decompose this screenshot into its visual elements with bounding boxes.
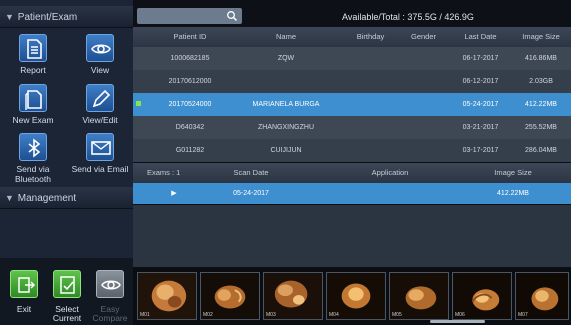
- send-email-label: Send via Email: [71, 164, 129, 174]
- patient-exam-section-header[interactable]: ▼ Patient/Exam: [0, 6, 133, 28]
- new-exam-label: New Exam: [12, 115, 54, 125]
- exit-button[interactable]: Exit: [4, 270, 44, 314]
- envelope-icon: [86, 133, 114, 161]
- selected-row-marker: [136, 101, 141, 106]
- last-date: 06-12-2017: [462, 78, 499, 85]
- exam-image-size: 412.22MB: [497, 190, 529, 197]
- thumbnail-tag: M07: [518, 312, 528, 318]
- table-row[interactable]: 20170612000 06-12-2017 2.03GB: [133, 70, 571, 93]
- last-date: 05-24-2017: [462, 101, 499, 108]
- thumbnail-tag: M05: [392, 312, 402, 318]
- ultrasound-thumbnail[interactable]: M01: [137, 272, 197, 320]
- ultrasound-thumbnail[interactable]: M03: [263, 272, 323, 320]
- image-size: 286.04MB: [525, 147, 557, 154]
- patient-table-header: Patient ID Name Birthday Gender Last Dat…: [133, 27, 571, 47]
- col-patient-id[interactable]: Patient ID: [155, 27, 225, 47]
- select-current-icon: [53, 270, 81, 298]
- thumbnail-tag: M03: [266, 312, 276, 318]
- patient-name: MARIANELA BURGA: [252, 101, 320, 108]
- send-bluetooth-button[interactable]: Send via Bluetooth: [1, 133, 65, 184]
- new-document-icon: [19, 84, 47, 112]
- easy-compare-label-2: Compare: [92, 313, 128, 323]
- thumbnail-tag: M06: [455, 312, 465, 318]
- col-exam-image-size[interactable]: Image Size: [483, 163, 543, 183]
- storage-available-total: Available/Total : 375.5G / 426.9G: [342, 12, 474, 22]
- exam-list-area: [133, 205, 571, 267]
- eye-icon: [86, 34, 114, 62]
- image-size: 416.86MB: [525, 55, 557, 62]
- view-label: View: [90, 65, 110, 75]
- report-label: Report: [20, 65, 46, 75]
- chevron-down-icon: ▼: [5, 193, 14, 203]
- image-size: 255.52MB: [525, 124, 557, 131]
- thumbnail-tag: M04: [329, 312, 339, 318]
- scan-date: 05-24-2017: [233, 190, 269, 197]
- view-button[interactable]: View: [68, 34, 132, 75]
- col-scan-date[interactable]: Scan Date: [221, 163, 281, 183]
- eye-icon: [96, 270, 124, 298]
- patient-name: ZQW: [277, 55, 295, 62]
- last-date: 03-17-2017: [462, 147, 499, 154]
- pencil-icon: [86, 84, 114, 112]
- patient-id: 1000682185: [170, 55, 210, 62]
- easy-compare-button[interactable]: Easy Compare: [90, 270, 130, 323]
- patient-id: 20170524000: [168, 101, 212, 108]
- last-date: 06-17-2017: [462, 55, 499, 62]
- image-size: 412.22MB: [525, 101, 557, 108]
- management-section-header[interactable]: ▼ Management: [0, 187, 133, 209]
- search-icon[interactable]: [226, 10, 238, 22]
- exit-label: Exit: [16, 304, 32, 314]
- patient-id: G011282: [175, 147, 205, 154]
- col-image-size[interactable]: Image Size: [515, 27, 567, 47]
- col-birthday[interactable]: Birthday: [343, 27, 398, 47]
- ultrasound-thumbnail[interactable]: M04: [326, 272, 386, 320]
- patient-id: D640342: [175, 124, 205, 131]
- new-exam-button[interactable]: New Exam: [1, 84, 65, 125]
- thumbnail-tag: M02: [203, 312, 213, 318]
- thumbnail-scrollbar[interactable]: [430, 320, 485, 323]
- thumbnail-tag: M01: [140, 312, 150, 318]
- send-bluetooth-label-1: Send via: [16, 164, 50, 174]
- bluetooth-icon: [19, 133, 47, 161]
- ultrasound-thumbnail[interactable]: M05: [389, 272, 449, 320]
- view-edit-button[interactable]: View/Edit: [68, 84, 132, 125]
- ultrasound-thumbnail[interactable]: M06: [452, 272, 512, 320]
- exams-count: Exams : 1: [147, 168, 181, 177]
- patient-exam-title: Patient/Exam: [17, 12, 78, 23]
- send-bluetooth-label-2: Bluetooth: [15, 174, 51, 184]
- management-title: Management: [17, 193, 77, 204]
- search-input[interactable]: [137, 8, 242, 24]
- table-row[interactable]: G011282 CUIJIJUN 03-17-2017 286.04MB: [133, 139, 571, 162]
- select-current-label-2: Current: [52, 313, 82, 323]
- left-panel: ▼ Patient/Exam Report View New Exam View…: [0, 0, 133, 325]
- exit-icon: [10, 270, 38, 298]
- exam-table-header: Exams : 1 Scan Date Application Image Si…: [133, 163, 571, 183]
- report-icon: [19, 34, 47, 62]
- expand-arrow-icon[interactable]: ▶: [169, 183, 179, 204]
- ultrasound-thumbnail[interactable]: M02: [200, 272, 260, 320]
- col-application[interactable]: Application: [355, 163, 425, 183]
- view-edit-label: View/Edit: [82, 115, 118, 125]
- patient-name: ZHANGXINGZHU: [258, 124, 314, 131]
- image-size: 2.03GB: [529, 78, 553, 85]
- patient-exam-screen: ▼ Patient/Exam Report View New Exam View…: [0, 0, 571, 325]
- table-row-selected[interactable]: 20170524000 MARIANELA BURGA 05-24-2017 4…: [133, 93, 571, 116]
- table-row[interactable]: D640342 ZHANGXINGZHU 03-21-2017 255.52MB: [133, 116, 571, 139]
- ultrasound-thumbnail[interactable]: M07: [515, 272, 569, 320]
- send-email-button[interactable]: Send via Email: [68, 133, 132, 174]
- select-current-button[interactable]: Select Current: [47, 270, 87, 323]
- table-row[interactable]: 1000682185 ZQW 06-17-2017 416.86MB: [133, 47, 571, 70]
- last-date: 03-21-2017: [462, 124, 499, 131]
- exam-row-selected[interactable]: ▶ 05-24-2017 412.22MB: [133, 183, 571, 204]
- patient-name: CUIJIJUN: [270, 147, 302, 154]
- col-last-date[interactable]: Last Date: [453, 27, 508, 47]
- col-gender[interactable]: Gender: [401, 27, 446, 47]
- col-name[interactable]: Name: [251, 27, 321, 47]
- report-button[interactable]: Report: [1, 34, 65, 75]
- patient-id: 20170612000: [168, 78, 212, 85]
- chevron-down-icon: ▼: [5, 12, 14, 22]
